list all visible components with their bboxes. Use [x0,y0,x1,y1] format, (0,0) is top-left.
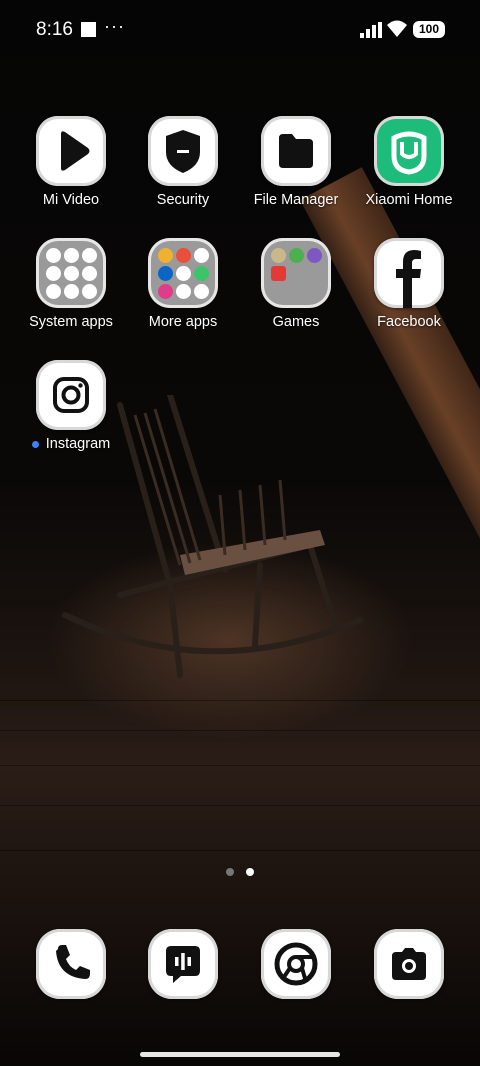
folder-more-apps[interactable]: More apps [127,238,239,330]
app-label: Facebook [377,314,441,330]
mini-app-icon [271,248,286,263]
mini-app-icon [289,248,304,263]
folder-icon [261,116,331,186]
home-gesture-bar[interactable] [140,1052,340,1057]
page-indicator[interactable] [226,863,266,881]
app-facebook[interactable]: Facebook [353,238,465,330]
folder-icon [148,238,218,308]
app-security[interactable]: Security [127,116,239,208]
mini-app-icon [82,266,97,281]
dock-chrome[interactable] [240,929,352,999]
mini-app-icon [64,248,79,263]
app-label: Instagram [15,436,127,452]
mini-app-icon [307,248,322,263]
mini-app-icon [46,284,61,299]
shield-icon [148,116,218,186]
app-label: Security [156,192,210,208]
mini-app-icon [158,266,173,281]
mini-app-icon [176,284,191,299]
page-dot-active[interactable] [246,868,254,876]
mini-app-icon [194,284,209,299]
dock-messages[interactable] [127,929,239,999]
phone-icon [36,929,106,999]
app-label: Xiaomi Home [365,192,453,208]
mini-app-icon [176,266,191,281]
mini-app-icon [82,248,97,263]
app-label-text: Instagram [45,436,111,452]
app-file-manager[interactable]: File Manager [240,116,352,208]
mini-app-icon [46,248,61,263]
camera-icon [374,929,444,999]
folder-icon [36,238,106,308]
folder-icon [261,238,331,308]
mini-app-icon [194,266,209,281]
folder-system-apps[interactable]: System apps [15,238,127,330]
wallpaper-floor-line [0,805,480,806]
facebook-icon [374,238,444,308]
page-dot[interactable] [226,868,234,876]
mini-app-icon [194,248,209,263]
notification-icon [81,22,96,37]
app-instagram[interactable]: Instagram [15,360,127,452]
more-notifications-icon: ··· [104,16,125,36]
status-time: 8:16 [36,19,73,40]
wallpaper-floor-line [0,765,480,766]
wallpaper-floor-line [0,730,480,731]
signal-icon [360,22,382,38]
mini-app-icon [64,266,79,281]
new-app-badge [31,440,39,448]
mini-app-icon [82,284,97,299]
app-label: More apps [148,314,218,330]
instagram-icon [36,360,106,430]
mini-app-icon [158,248,173,263]
messages-icon [148,929,218,999]
wallpaper-floor-line [0,850,480,851]
mini-app-icon [158,284,173,299]
xiaomi-home-icon [374,116,444,186]
chrome-icon [261,929,331,999]
mini-app-icon [64,284,79,299]
mini-app-icon [46,266,61,281]
wifi-icon [387,20,407,37]
mini-app-icon [176,248,191,263]
app-label: File Manager [253,192,339,208]
play-icon [36,116,106,186]
folder-games[interactable]: Games [240,238,352,330]
mini-app-icon [271,266,286,281]
status-bar: 8:16 ··· 100 [0,0,480,60]
app-xiaomi-home[interactable]: Xiaomi Home [353,116,465,208]
app-label: Games [272,314,320,330]
app-label: System apps [29,314,113,330]
dock-camera[interactable] [353,929,465,999]
app-label: Mi Video [42,192,100,208]
battery-indicator: 100 [413,21,445,38]
app-mi-video[interactable]: Mi Video [15,116,127,208]
wallpaper-floor-line [0,700,480,701]
dock-phone[interactable] [15,929,127,999]
